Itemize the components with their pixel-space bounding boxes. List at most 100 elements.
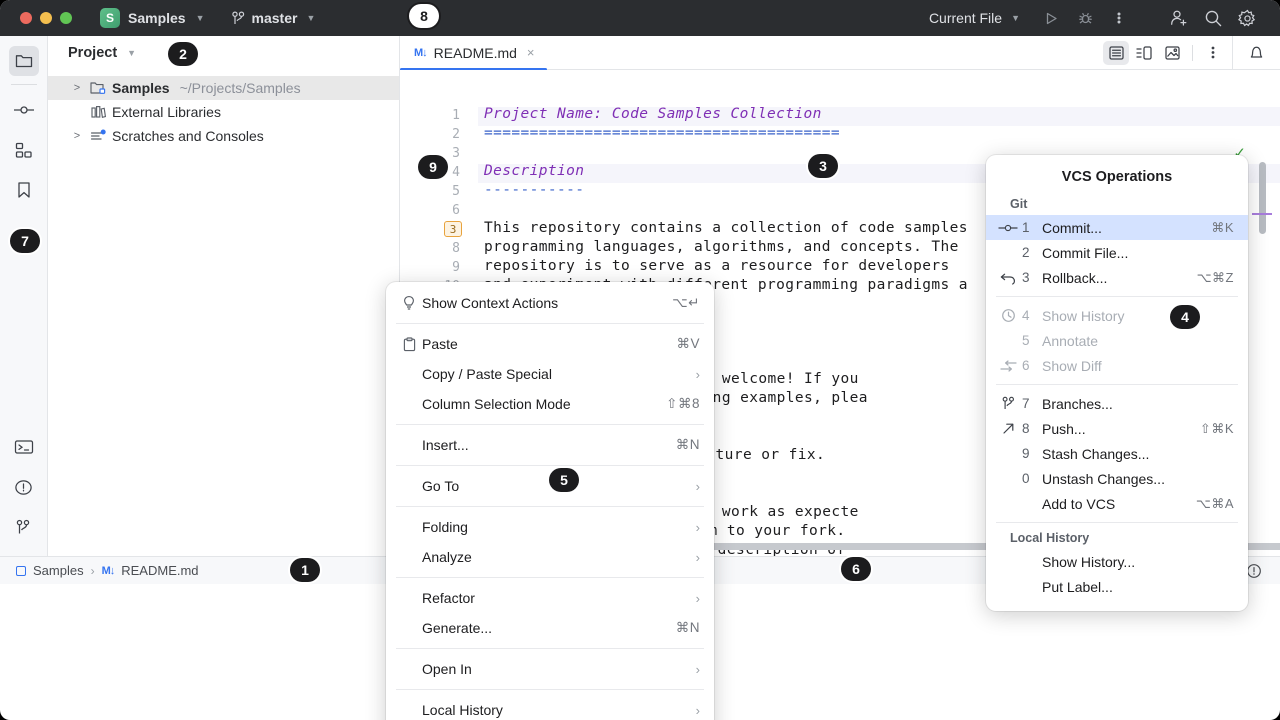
menu-item-label: Folding	[422, 519, 468, 535]
code-line: =======================================	[484, 125, 841, 141]
vcs-item-commit-file[interactable]: 2 Commit File...	[986, 240, 1248, 265]
menu-item-folding[interactable]: Folding ›	[386, 512, 714, 542]
tree-node-scratches[interactable]: > Scratches and Consoles	[48, 124, 399, 148]
preview-icon[interactable]	[1159, 41, 1185, 65]
tree-node-path: ~/Projects/Samples	[179, 80, 301, 96]
vcs-item-show-history-local[interactable]: Show History...	[986, 549, 1248, 574]
run-configuration-selector[interactable]: Current File ▼	[929, 10, 1020, 26]
editor-view-icon[interactable]	[1103, 40, 1129, 65]
vcs-item-accelerator: ⌥⌘A	[1195, 495, 1234, 511]
inspections-icon[interactable]	[1246, 563, 1262, 579]
tree-node-label: Scratches and Consoles	[112, 128, 264, 144]
code-line: -----------	[484, 182, 585, 198]
submenu-arrow-icon: ›	[695, 366, 700, 382]
menu-separator	[396, 465, 704, 466]
libraries-icon	[90, 105, 106, 119]
split-view-icon[interactable]	[1131, 41, 1157, 65]
sidebar-item-problems[interactable]	[9, 472, 39, 502]
menu-item-open-in[interactable]: Open In ›	[386, 654, 714, 684]
submenu-arrow-icon: ›	[695, 590, 700, 606]
annotation-badge-7: 7	[10, 229, 40, 253]
vcs-item-number: 5	[1022, 333, 1030, 348]
run-icon[interactable]	[1034, 4, 1068, 32]
tree-node-label: External Libraries	[112, 104, 221, 120]
rail-bottom-group	[9, 422, 39, 556]
sidebar-item-version-control[interactable]	[9, 512, 39, 542]
sidebar-item-commit[interactable]	[9, 95, 39, 125]
close-window-button[interactable]	[20, 12, 32, 24]
titlebar-actions: Current File ▼	[929, 4, 1280, 32]
vcs-item-put-label[interactable]: Put Label...	[986, 574, 1248, 599]
chevron-down-icon: ▼	[1011, 13, 1020, 23]
diff-icon	[994, 359, 1022, 372]
settings-icon[interactable]	[1230, 4, 1264, 32]
tree-node-samples[interactable]: > Samples ~/Projects/Samples	[48, 76, 399, 100]
debug-icon[interactable]	[1068, 4, 1102, 32]
vcs-item-stash-changes[interactable]: 9 Stash Changes...	[986, 441, 1248, 466]
expand-arrow-icon[interactable]: >	[70, 130, 84, 142]
rollback-icon	[994, 271, 1022, 285]
project-pane-header[interactable]: Project ▼	[48, 36, 399, 70]
vcs-separator	[996, 522, 1238, 523]
vcs-item-label: Add to VCS	[1042, 495, 1116, 512]
menu-item-show-context-actions[interactable]: Show Context Actions ⌥↵	[386, 288, 714, 318]
menu-item-local-history[interactable]: Local History ›	[386, 695, 714, 720]
sidebar-item-structure[interactable]	[9, 135, 39, 165]
tree-node-external-libraries[interactable]: External Libraries	[48, 100, 399, 124]
vcs-item-add-to-vcs[interactable]: Add to VCS ⌥⌘A	[986, 491, 1248, 516]
menu-item-analyze[interactable]: Analyze ›	[386, 542, 714, 572]
line-number: 4	[452, 165, 460, 180]
chevron-down-icon: ▼	[306, 13, 316, 23]
menu-item-label: Open In	[422, 661, 472, 677]
vcs-item-push[interactable]: 8 Push... ⇧⌘K	[986, 416, 1248, 441]
vcs-item-rollback[interactable]: 3 Rollback... ⌥⌘Z	[986, 265, 1248, 290]
vcs-item-branches[interactable]: 7 Branches...	[986, 391, 1248, 416]
project-selector[interactable]: S Samples ▼	[100, 8, 205, 28]
vcs-item-accelerator: ⇧⌘K	[1199, 420, 1234, 436]
project-pane-title: Project	[68, 45, 118, 61]
vcs-item-unstash-changes[interactable]: 0 Unstash Changes...	[986, 466, 1248, 491]
add-user-icon[interactable]	[1162, 4, 1196, 32]
menu-item-refactor[interactable]: Refactor ›	[386, 583, 714, 613]
notifications-icon[interactable]	[1232, 36, 1280, 69]
breadcrumb-item-file[interactable]: README.md	[121, 563, 198, 578]
sidebar-item-project[interactable]	[8, 46, 39, 76]
vcs-item-commit[interactable]: 1 Commit... ⌘K	[986, 215, 1248, 240]
tab-readme-md[interactable]: M↓ README.md ×	[400, 36, 547, 71]
lightbulb-icon	[396, 295, 422, 311]
close-icon[interactable]: ×	[527, 45, 535, 60]
annotation-badge-1: 1	[290, 558, 320, 582]
chevron-down-icon[interactable]: ▼	[127, 48, 136, 58]
vcs-group-git: Git	[1010, 197, 1028, 211]
tab-label: README.md	[433, 44, 517, 61]
sidebar-item-terminal[interactable]	[9, 432, 39, 462]
maximize-window-button[interactable]	[60, 12, 72, 24]
vcs-item-number: 8	[1022, 421, 1030, 436]
menu-separator	[396, 506, 704, 507]
scrollbar-caret-marker	[1252, 213, 1272, 215]
menu-separator	[396, 577, 704, 578]
menu-item-copy-paste-special[interactable]: Copy / Paste Special ›	[386, 359, 714, 389]
vertical-scrollbar[interactable]	[1259, 162, 1266, 234]
menu-item-paste[interactable]: Paste ⌘V	[386, 329, 714, 359]
menu-item-label: Generate...	[422, 620, 493, 636]
menu-item-generate[interactable]: Generate... ⌘N	[386, 613, 714, 643]
menu-item-insert[interactable]: Insert... ⌘N	[386, 430, 714, 460]
vcs-item-label: Unstash Changes...	[1042, 470, 1165, 487]
folding-marker[interactable]: 3	[444, 221, 462, 237]
search-icon[interactable]	[1196, 4, 1230, 32]
window-controls[interactable]	[0, 12, 72, 24]
more-options-icon[interactable]	[1200, 41, 1226, 65]
expand-arrow-icon[interactable]: >	[70, 82, 84, 94]
minimize-window-button[interactable]	[40, 12, 52, 24]
sidebar-item-bookmarks[interactable]	[9, 175, 39, 205]
breadcrumb-item-module[interactable]: Samples	[33, 563, 84, 578]
annotation-badge-4: 4	[1170, 305, 1200, 329]
editor-tab-actions	[1103, 40, 1232, 65]
menu-item-label: Local History	[422, 702, 503, 718]
annotation-badge-2: 2	[168, 42, 198, 66]
clipboard-icon	[396, 336, 422, 352]
menu-item-column-selection-mode[interactable]: Column Selection Mode ⇧⌘8	[386, 389, 714, 419]
branch-selector[interactable]: master ▼	[231, 10, 316, 26]
more-actions-icon[interactable]	[1102, 4, 1136, 32]
